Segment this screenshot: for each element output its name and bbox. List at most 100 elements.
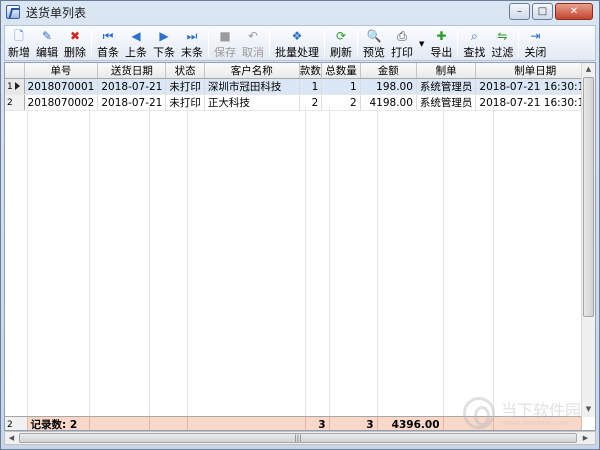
maximize-button[interactable]: □	[532, 3, 553, 20]
edit-button-label: 编辑	[36, 46, 58, 59]
grid-cell[interactable]: 2018070001	[24, 78, 99, 95]
preview-button[interactable]: 🔍 预览	[360, 26, 388, 60]
footer-total-cell: 4396.00	[377, 417, 444, 430]
save-icon: ■	[219, 28, 231, 43]
window-title: 送货单列表	[26, 5, 87, 20]
app-icon	[6, 5, 20, 19]
watermark-text: 当下软件园	[501, 401, 582, 420]
undo-icon: ↶	[247, 28, 259, 43]
scroll-left-icon[interactable]: ◀	[5, 432, 18, 444]
vertical-scrollbar[interactable]: ▲ ▼	[581, 63, 595, 417]
refresh-button[interactable]: ⟳ 刷新	[327, 26, 355, 60]
export-excel-icon: ✚	[436, 28, 447, 43]
column-header[interactable]: 款数	[299, 63, 323, 79]
column-header[interactable]: 状态	[165, 63, 205, 79]
filter-button[interactable]: ⇋ 过滤	[488, 26, 516, 60]
vertical-scroll-thumb[interactable]	[583, 77, 594, 317]
data-grid[interactable]: 单号 送货日期 状态 客户名称 款数 总数量 金额 制单 制单日期 1 2018070001 201…	[4, 62, 596, 431]
refresh-icon: ⟳	[335, 28, 347, 43]
chevron-down-icon: ▼	[419, 40, 425, 48]
refresh-button-label: 刷新	[330, 46, 352, 59]
new-button[interactable]: 🗋 新增	[5, 26, 33, 60]
toolbar: 🗋 新增 ✎ 编辑 ✖ 删除 ⏮ 首条 ◀ 上条 ▶ 下条 ⏭ 末条 ■ 保存 ↶ 取消 ❖ 批量处理 ⟳ 刷新 🔍 预览 ⎙ 打…	[4, 25, 596, 61]
print-dropdown-button[interactable]: ▼	[416, 26, 427, 60]
export-button[interactable]: ✚ 导出	[427, 26, 455, 60]
table-row[interactable]: 1 2018070001 2018-07-21 未打印 深圳市冠田科技 1 1 198.00 系…	[5, 78, 595, 95]
footer-total-cell	[187, 417, 306, 430]
row-number: 1	[7, 81, 13, 92]
export-button-label: 导出	[430, 46, 453, 59]
footer-total-cell: 3	[305, 417, 330, 430]
cancel-button[interactable]: ↶ 取消	[239, 26, 267, 60]
toolbar-separator	[269, 29, 270, 57]
column-header[interactable]: 送货日期	[97, 63, 167, 79]
save-button[interactable]: ■ 保存	[211, 26, 239, 60]
watermark-url: www.downxia.com	[503, 419, 569, 427]
print-button[interactable]: ⎙ 打印	[388, 26, 416, 60]
find-button[interactable]: ⌕ 查找	[460, 26, 488, 60]
prev-record-icon: ◀	[131, 28, 141, 43]
row-header-corner[interactable]	[5, 63, 25, 79]
prev-button[interactable]: ◀ 上条	[122, 26, 150, 60]
grid-cell[interactable]: 2018-07-21	[97, 78, 167, 95]
last-button-label: 末条	[181, 46, 203, 59]
toolbar-separator	[208, 29, 209, 57]
footer-total-cell	[89, 417, 150, 430]
footer-total-cell: 3	[329, 417, 378, 430]
current-row-pointer-icon	[14, 82, 20, 90]
record-count-label: 记录数: 2	[27, 417, 90, 430]
grid-empty-area	[5, 107, 583, 417]
column-header[interactable]: 制单	[416, 63, 477, 79]
close-button-label: 关闭	[524, 46, 547, 59]
close-window-button[interactable]: ✕	[555, 3, 593, 20]
grid-cell[interactable]: 2018-07-21 16:30:15	[475, 78, 595, 95]
next-button[interactable]: ▶ 下条	[150, 26, 178, 60]
batch-books-icon: ❖	[291, 28, 303, 43]
footer-total-cell	[149, 417, 188, 430]
grid-cell[interactable]: 未打印	[165, 78, 205, 95]
title-bar[interactable]: 送货单列表 – □ ✕	[1, 1, 599, 23]
edit-button[interactable]: ✎ 编辑	[33, 26, 61, 60]
column-header[interactable]: 单号	[24, 63, 99, 79]
toolbar-separator	[91, 29, 92, 57]
new-button-label: 新增	[8, 46, 30, 59]
grid-cell[interactable]: 深圳市冠田科技	[204, 78, 300, 95]
toolbar-separator	[324, 29, 325, 57]
grid-header-row: 单号 送货日期 状态 客户名称 款数 总数量 金额 制单 制单日期	[5, 63, 595, 79]
toolbar-separator	[518, 29, 520, 57]
toolbar-separator	[357, 29, 358, 57]
first-button[interactable]: ⏮ 首条	[94, 26, 122, 60]
batch-process-button-label: 批量处理	[275, 46, 319, 59]
column-header[interactable]: 金额	[360, 63, 417, 79]
grid-cell[interactable]: 1	[299, 78, 323, 95]
grid-cell[interactable]: 系统管理员	[416, 78, 477, 95]
column-header[interactable]: 总数量	[321, 63, 361, 79]
print-icon: ⎙	[397, 28, 407, 43]
print-button-label: 打印	[391, 46, 413, 59]
close-button[interactable]: ⇥ 关闭	[521, 26, 549, 60]
close-door-icon: ⇥	[530, 28, 541, 43]
prev-button-label: 上条	[125, 46, 147, 59]
delete-button[interactable]: ✖ 删除	[61, 26, 89, 60]
last-record-icon: ⏭	[186, 28, 198, 43]
preview-icon: 🔍	[366, 28, 382, 43]
edit-icon: ✎	[41, 28, 53, 43]
grid-table: 单号 送货日期 状态 客户名称 款数 总数量 金额 制单 制单日期 1 2018070001 201…	[5, 63, 595, 111]
scroll-up-icon[interactable]: ▲	[582, 63, 595, 76]
main-window: 送货单列表 – □ ✕ 🗋 新增 ✎ 编辑 ✖ 删除 ⏮ 首条 ◀ 上条 ▶ 下条 ⏭ 末条 ■ 保存 ↶ 取消 ❖…	[0, 0, 600, 450]
toolbar-separator	[457, 29, 459, 57]
find-icon: ⌕	[471, 28, 478, 43]
watermark-logo: 当下软件园 www.downxia.com	[463, 393, 587, 435]
preview-button-label: 预览	[363, 46, 385, 59]
minimize-button[interactable]: –	[509, 3, 530, 20]
column-header[interactable]: 制单日期	[475, 63, 595, 79]
row-header[interactable]: 1	[5, 78, 25, 95]
new-doc-icon: 🗋	[14, 28, 24, 43]
grid-cell[interactable]: 1	[321, 78, 361, 95]
last-button[interactable]: ⏭ 末条	[178, 26, 206, 60]
batch-process-button[interactable]: ❖ 批量处理	[272, 26, 322, 60]
column-header[interactable]: 客户名称	[204, 63, 300, 79]
row-number: 2	[7, 97, 13, 108]
grid-cell[interactable]: 198.00	[360, 78, 417, 95]
filter-icon: ⇋	[497, 28, 508, 43]
